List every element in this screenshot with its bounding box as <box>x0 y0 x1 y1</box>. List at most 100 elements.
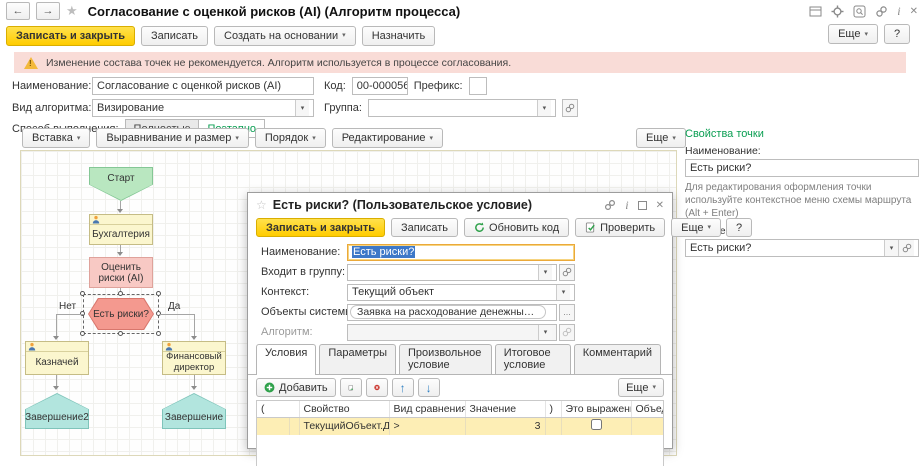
dialog-name-value: Есть риски? <box>352 246 415 258</box>
col-property[interactable]: Свойство <box>299 401 389 417</box>
close-icon[interactable]: ✕ <box>910 6 918 17</box>
dialog-save-button[interactable]: Записать <box>391 218 458 237</box>
flow-node-condition[interactable]: Есть риски? <box>88 298 154 330</box>
save-button[interactable]: Записать <box>141 26 208 46</box>
chevron-down-icon[interactable]: ▾ <box>538 265 552 280</box>
cell-value[interactable]: 3 <box>465 417 545 435</box>
chevron-down-icon[interactable]: ▾ <box>295 100 309 116</box>
create-based-on-button[interactable]: Создать на основании ▾ <box>214 26 356 46</box>
dialog-group-link-button[interactable] <box>559 264 575 281</box>
cell-property[interactable]: ТекущийОбъект.Доп... <box>299 417 389 435</box>
link-icon[interactable] <box>604 199 616 211</box>
group-link-button[interactable] <box>562 99 578 117</box>
cell-close-paren[interactable] <box>545 417 561 435</box>
col-union[interactable]: Объединение с <box>631 401 664 417</box>
delete-row-button[interactable] <box>366 378 388 397</box>
col-is-expression[interactable]: Это выражение <box>561 401 631 417</box>
copy-row-button[interactable] <box>340 378 362 397</box>
move-up-button[interactable]: ↑ <box>392 378 414 397</box>
code-input[interactable]: 00-000056 <box>352 77 408 95</box>
chevron-down-icon[interactable]: ▾ <box>884 240 898 256</box>
selection-handle[interactable] <box>118 291 123 296</box>
selection-handle[interactable] <box>156 291 161 296</box>
add-row-button[interactable]: Добавить <box>256 378 336 397</box>
dialog-group-select[interactable]: ▾ <box>347 264 557 281</box>
help-button[interactable]: ? <box>884 24 910 44</box>
dialog-more-button[interactable]: Еще ▾ <box>671 218 721 237</box>
warning-text: Изменение состава точек не рекомендуется… <box>46 57 511 69</box>
check-button[interactable]: Проверить <box>575 218 665 237</box>
name-input[interactable]: Согласование с оценкой рисков (AI) <box>92 77 314 95</box>
chevron-down-icon[interactable]: ▾ <box>556 285 570 300</box>
flow-node-end[interactable]: Завершение <box>162 393 226 429</box>
dialog-objects-field[interactable]: Заявка на расходование денежных средств … <box>347 304 557 321</box>
prefix-input[interactable] <box>469 77 487 95</box>
col-close-paren[interactable]: ) <box>545 401 561 417</box>
move-down-button[interactable]: ↓ <box>418 378 440 397</box>
favorite-star-icon[interactable]: ★ <box>66 3 78 19</box>
add-row-label: Добавить <box>279 382 328 394</box>
favorite-star-icon[interactable]: ☆ <box>256 198 267 212</box>
selection-handle[interactable] <box>80 331 85 336</box>
tab-total-condition[interactable]: Итоговое условие <box>495 344 571 374</box>
panel-condition-link-button[interactable] <box>898 240 914 256</box>
more-button[interactable]: Еще ▾ <box>828 24 878 44</box>
code-label: Код: <box>324 80 346 92</box>
save-close-button[interactable]: Записать и закрыть <box>6 26 135 46</box>
selection-handle[interactable] <box>80 291 85 296</box>
refresh-code-button[interactable]: Обновить код <box>464 218 569 237</box>
col-comparison[interactable]: Вид сравнения <box>389 401 465 417</box>
flow-node-fin-director[interactable]: Финансовый директор <box>162 341 226 375</box>
edit-menu-button[interactable]: Редактирование ▾ <box>332 128 443 148</box>
col-open-paren[interactable]: ( <box>257 401 299 417</box>
cell-union[interactable] <box>631 417 664 435</box>
tab-conditions[interactable]: Условия <box>256 344 316 375</box>
info-icon[interactable]: i <box>625 198 628 213</box>
page-title: Согласование с оценкой рисков (AI) (Алго… <box>88 4 461 19</box>
panel-condition-select[interactable]: Есть риски? ▾ <box>685 239 919 257</box>
flow-node-start[interactable]: Старт <box>89 167 153 201</box>
selection-handle[interactable] <box>118 331 123 336</box>
nav-forward-button[interactable]: → <box>36 2 60 20</box>
cell-comparison[interactable]: > <box>389 417 465 435</box>
person-icon <box>165 342 173 351</box>
dialog-save-close-button[interactable]: Записать и закрыть <box>256 218 385 237</box>
cell-open-paren[interactable] <box>257 417 289 435</box>
selection-handle[interactable] <box>156 331 161 336</box>
nav-back-button[interactable]: ← <box>6 2 30 20</box>
link-icon[interactable] <box>875 5 888 18</box>
dialog-name-input[interactable]: Есть риски? <box>347 244 575 261</box>
col-value[interactable]: Значение <box>465 401 545 417</box>
insert-menu-button[interactable]: Вставка ▾ <box>22 128 90 148</box>
flow-node-assess[interactable]: Оценить риски (AI) <box>89 257 153 288</box>
dialog-help-button[interactable]: ? <box>726 218 752 237</box>
flow-node-end2[interactable]: Завершение2 <box>25 393 89 429</box>
flow-node-treasurer[interactable]: Казначей <box>25 341 89 375</box>
maximize-icon[interactable] <box>638 201 647 210</box>
settings-gear-icon[interactable] <box>831 5 844 18</box>
order-menu-button[interactable]: Порядок ▾ <box>255 128 326 148</box>
tab-parameters[interactable]: Параметры <box>319 344 396 374</box>
algorithm-kind-select[interactable]: Визирование ▾ <box>92 99 314 117</box>
panel-icon[interactable] <box>809 5 822 18</box>
group-select[interactable]: ▾ <box>368 99 556 117</box>
dialog-context-select[interactable]: Текущий объект ▾ <box>347 284 575 301</box>
tab-comment[interactable]: Комментарий <box>574 344 661 374</box>
flow-node-accounting[interactable]: Бухгалтерия <box>89 214 153 245</box>
panel-name-input[interactable]: Есть риски? <box>685 159 919 177</box>
connector-line <box>56 314 84 315</box>
is-expression-checkbox[interactable] <box>591 419 602 430</box>
conditions-table[interactable]: ( Свойство Вид сравнения Значение ) Это … <box>256 400 664 466</box>
assign-button[interactable]: Назначить <box>362 26 436 46</box>
dialog-algorithm-select: ▾ <box>347 324 557 341</box>
tab-arbitrary-condition[interactable]: Произвольное условие <box>399 344 492 374</box>
info-icon[interactable]: i <box>897 4 900 19</box>
flowchart-more-button[interactable]: Еще ▾ <box>636 128 686 148</box>
grid-more-button[interactable]: Еще ▾ <box>618 378 664 397</box>
table-row[interactable]: ТекущийОбъект.Доп... > 3 <box>257 417 664 435</box>
dialog-objects-pick-button[interactable]: ... <box>559 304 575 321</box>
align-size-menu-button[interactable]: Выравнивание и размер ▾ <box>96 128 248 148</box>
chevron-down-icon[interactable]: ▾ <box>537 100 551 116</box>
search-icon[interactable] <box>853 5 866 18</box>
close-icon[interactable]: ✕ <box>656 200 664 211</box>
